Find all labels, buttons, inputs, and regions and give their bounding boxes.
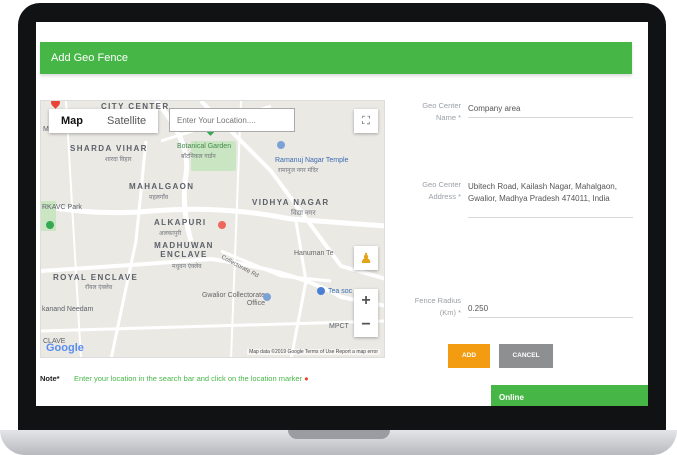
map-roads [41,101,384,357]
area-royal-enclave-hi: रॉयल एंक्लेव [85,285,113,291]
area-alkapuri-hi: अलकापुरी [159,231,182,237]
address-field-underline [468,217,633,218]
cancel-button[interactable]: CANCEL [499,344,553,368]
geo-center-name-field[interactable]: Company area [468,103,520,115]
area-rkavc: RKAVC Park [42,204,82,211]
area-vidhya-nagar-hi: विद्या नगर [291,210,316,217]
geo-center-address-label: Geo Center Address * [422,180,461,201]
status-badge: Online [491,385,648,406]
place-mpct: MPCT [329,323,349,330]
place-botanical-garden: Botanical Garden [177,143,232,150]
add-button[interactable]: ADD [448,344,490,368]
area-madhuwan-hi: मधुवन एंक्लेव [172,264,202,270]
map-type-satellite[interactable]: Satellite [95,109,158,133]
place-ramanuj-temple-hi: रामानुज नगर मंदिर [278,168,319,174]
office-icon [263,293,271,301]
street-view-icon[interactable]: ♟ [354,246,378,270]
area-vidhya-nagar: VIDHYA NAGAR [252,198,330,207]
note-message: Enter your location in the search bar an… [74,374,303,383]
area-kanand: kanand Needam [42,306,94,313]
geo-center-address-field[interactable]: Ubitech Road, Kailash Nagar, Mahalgaon, … [468,181,636,205]
area-royal-enclave: ROYAL ENCLAVE [53,273,139,282]
laptop-notch [288,430,390,439]
map-type-control: Map Satellite [49,109,159,133]
place-tea: Tea soc [328,288,353,295]
map-widget[interactable]: CITY CENTER Marar SHARDA VIHAR शारदा विह… [40,100,385,358]
google-logo: Google [46,342,84,354]
fence-radius-field[interactable]: 0.250 [468,303,488,315]
place-ramanuj-temple: Ramanuj Nagar Temple [275,157,349,164]
app-screen: Add Geo Fence CITY CENTER Marar SHARDA V… [36,22,648,406]
geo-center-name-label: Geo Center Name * [422,101,461,122]
area-sharda-vihar-hi: शारदा विहार [105,157,132,163]
area-alkapuri: ALKAPURI [154,218,207,227]
place-collectorate-office: Gwalior Collectorate Office [201,292,265,307]
area-mahalgaon-hi: महलगाँव [149,195,169,201]
area-madhuwan: MADHUWAN ENCLAVE [154,241,214,259]
tea-icon [317,287,325,295]
location-marker-icon: ● [304,374,309,383]
park-icon [46,221,54,229]
area-mahalgaon: MAHALGAON [129,182,195,191]
fence-radius-label: Fence Radius (Km) * [414,296,461,317]
fullscreen-icon[interactable]: ⛶ [354,109,378,133]
note-text: Enter your location in the search bar an… [74,374,309,383]
zoom-in-button[interactable]: + [354,289,378,313]
area-sharda-vihar: SHARDA VIHAR [70,144,148,153]
zoom-out-button[interactable]: − [354,313,378,337]
location-marker-icon[interactable] [218,221,226,229]
radius-field-underline [468,317,633,318]
map-attribution: Map data ©2019 Google Terms of Use Repor… [247,349,380,355]
temple-icon [277,141,285,149]
page-header: Add Geo Fence [40,42,632,74]
place-botanical-garden-hi: बॉटनिकल गार्डन [181,154,216,160]
place-hanuman: Hanuman Te [294,250,334,257]
map-type-map[interactable]: Map [49,109,95,133]
zoom-control: + − [354,289,378,337]
location-search-input[interactable] [169,108,295,132]
name-field-underline [468,117,633,118]
note-label: Note* [40,374,60,383]
